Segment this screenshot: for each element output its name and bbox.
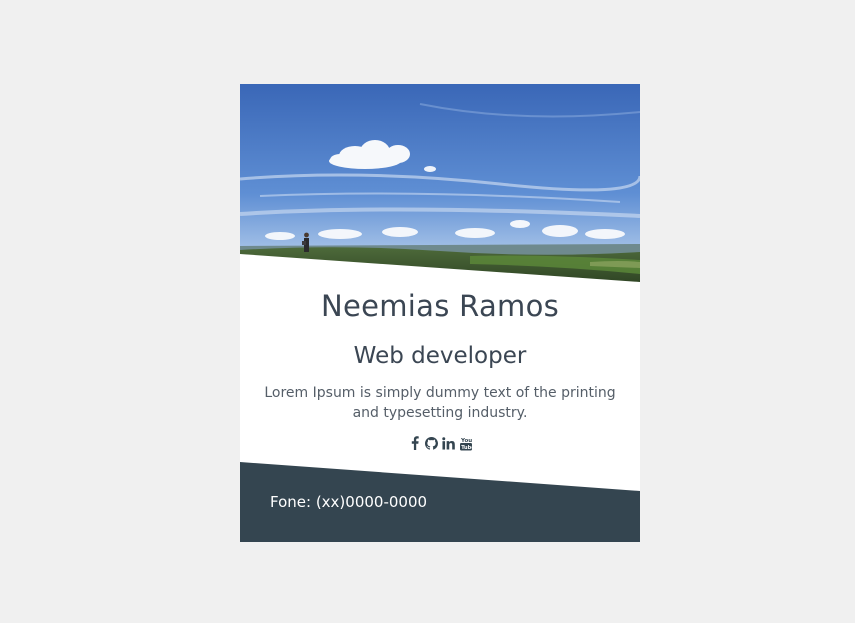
profile-name: Neemias Ramos (320, 289, 560, 323)
github-icon[interactable] (425, 435, 439, 451)
social-links: You Tube (240, 434, 640, 452)
svg-text:Tube: Tube (461, 445, 472, 451)
phone-number: Fone: (xx)0000-0000 (270, 493, 428, 511)
profile-card: Neemias Ramos Web developer Lorem Ipsum … (240, 84, 640, 542)
linkedin-icon[interactable] (442, 435, 456, 451)
cover-image (240, 84, 640, 284)
facebook-icon[interactable] (408, 435, 422, 451)
youtube-icon[interactable]: You Tube (459, 435, 473, 451)
profile-role: Web developer (353, 343, 527, 369)
profile-description: Lorem Ipsum is simply dummy text of the … (264, 385, 616, 421)
